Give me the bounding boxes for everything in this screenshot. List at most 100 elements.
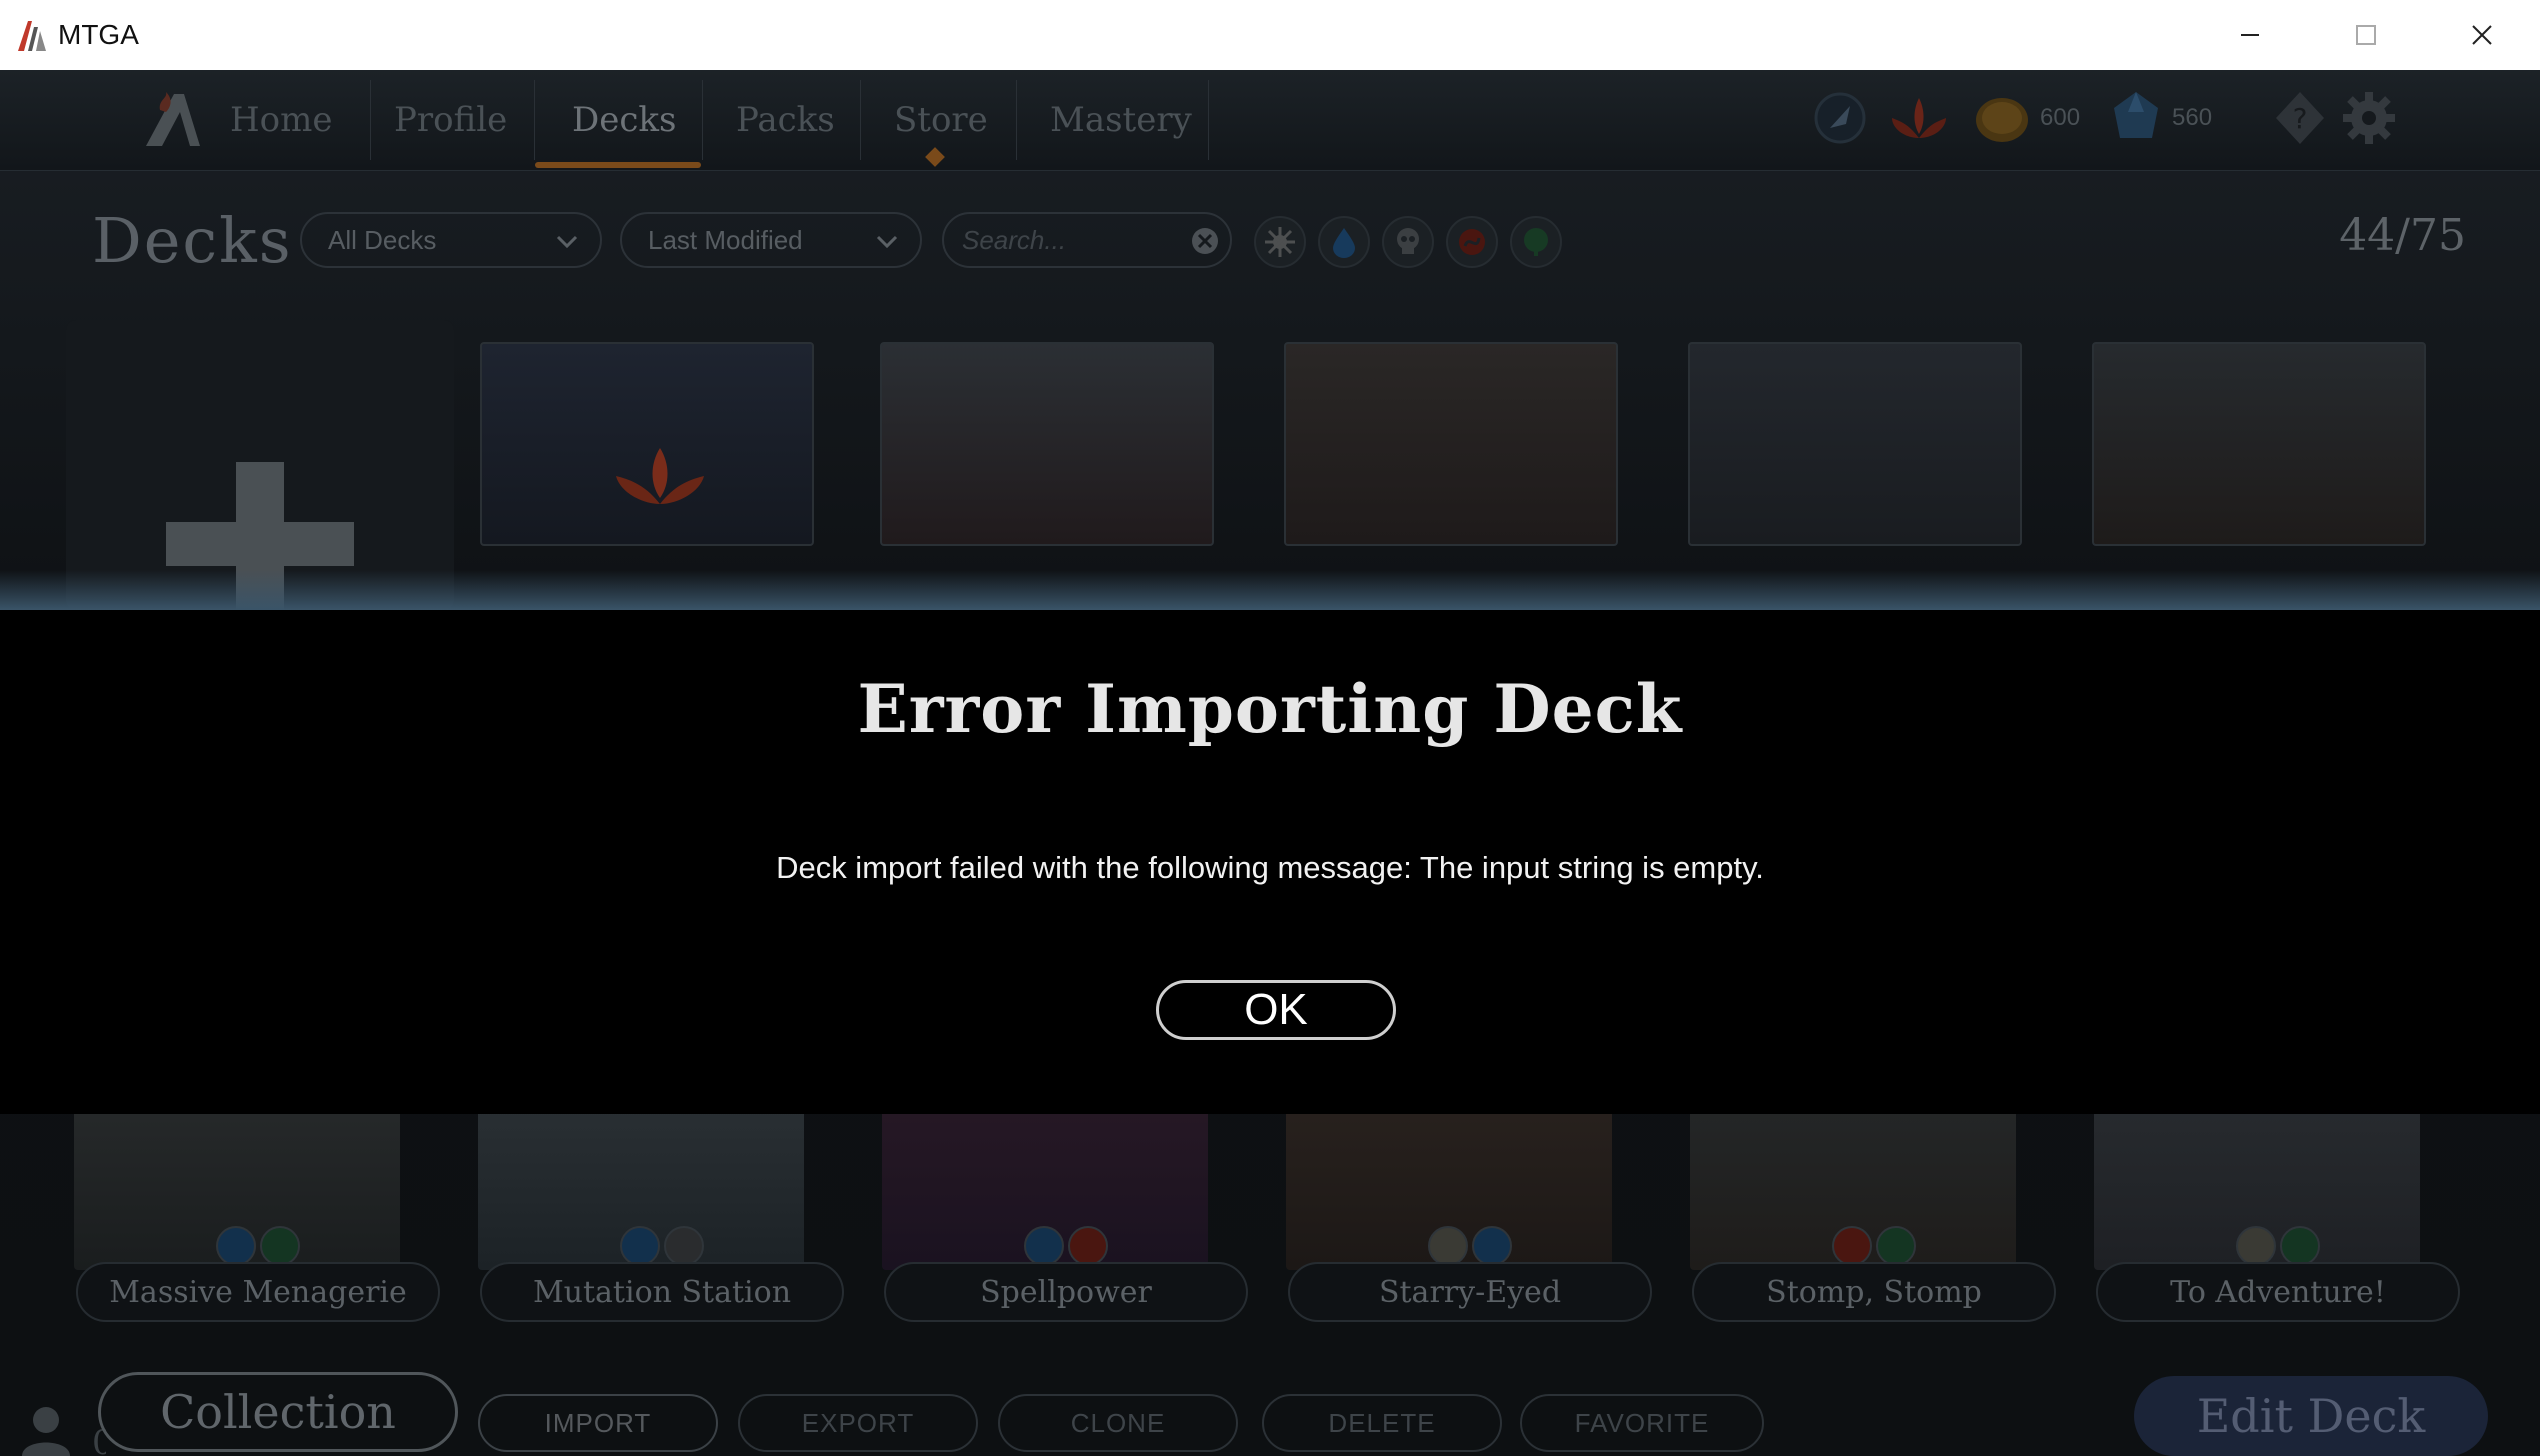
- gems-currency[interactable]: 560: [2108, 88, 2212, 148]
- nav-packs-label: Packs: [736, 100, 835, 140]
- minimize-button[interactable]: [2192, 0, 2308, 70]
- friends-button[interactable]: 0: [16, 1404, 114, 1456]
- tree-icon: [1524, 228, 1548, 256]
- clone-button[interactable]: CLONE: [998, 1394, 1238, 1452]
- fire-icon: [1459, 229, 1485, 255]
- help-button[interactable]: ?: [2272, 88, 2328, 148]
- chevron-down-icon: [556, 235, 578, 249]
- skull-icon: [1397, 228, 1419, 254]
- deck-thumbnail[interactable]: [1688, 342, 2022, 546]
- modal-top-glow: [0, 570, 2540, 610]
- deck-name[interactable]: To Adventure!: [2096, 1262, 2460, 1322]
- nav-divider: [370, 80, 371, 160]
- store-notification-dot: [925, 147, 945, 167]
- export-button[interactable]: EXPORT: [738, 1394, 978, 1452]
- deck-colors: [2236, 1226, 2320, 1266]
- deck-count: 44/75: [2339, 210, 2466, 261]
- search-placeholder: Search...: [962, 224, 1067, 255]
- gold-currency[interactable]: 600: [1972, 88, 2080, 148]
- white-mana-filter[interactable]: [1254, 216, 1306, 268]
- nav-home[interactable]: Home: [140, 90, 332, 150]
- white-mana-icon: [2236, 1226, 2276, 1266]
- deck-colors: [1428, 1226, 1512, 1266]
- nav-divider: [534, 80, 535, 160]
- green-mana-icon: [2280, 1226, 2320, 1266]
- deck-thumbnail[interactable]: [1284, 342, 1618, 546]
- maximize-button[interactable]: [2308, 0, 2424, 70]
- deck-name[interactable]: Massive Menagerie: [76, 1262, 440, 1322]
- nav-home-label: Home: [230, 100, 333, 140]
- plus-icon-bar: [166, 522, 354, 566]
- deck-thumbnail[interactable]: [480, 342, 814, 546]
- nav-packs[interactable]: Packs: [736, 90, 835, 150]
- clear-search-icon[interactable]: [1190, 226, 1220, 256]
- mastery-pass-icon[interactable]: [1810, 88, 1870, 148]
- deck-sort-dropdown[interactable]: Last Modified: [620, 212, 922, 268]
- nav-store[interactable]: Store: [894, 90, 988, 150]
- nav-mastery[interactable]: Mastery: [1050, 90, 1192, 150]
- nav-mastery-label: Mastery: [1050, 100, 1192, 140]
- nav-divider: [1208, 80, 1209, 160]
- deck-colors: [1832, 1226, 1916, 1266]
- gold-amount: 600: [2040, 104, 2081, 131]
- deck-name[interactable]: Mutation Station: [480, 1262, 844, 1322]
- dialog-title: Error Importing Deck: [857, 670, 1683, 748]
- nav-store-label: Store: [894, 100, 988, 140]
- favorite-button[interactable]: FAVORITE: [1520, 1394, 1764, 1452]
- wildcards-icon[interactable]: [1884, 88, 1954, 148]
- top-navigation: Home Profile Decks Packs Store Mastery 6…: [0, 70, 2540, 171]
- game-viewport: Home Profile Decks Packs Store Mastery 6…: [0, 70, 2540, 1456]
- ok-button[interactable]: OK: [1156, 980, 1396, 1040]
- svg-text:?: ?: [2293, 102, 2308, 135]
- green-mana-filter[interactable]: [1510, 216, 1562, 268]
- import-button[interactable]: IMPORT: [478, 1394, 718, 1452]
- deck-colors: [1024, 1226, 1108, 1266]
- window-title: MTGA: [58, 19, 139, 50]
- gems-amount: 560: [2172, 104, 2213, 131]
- deck-filter-value: All Decks: [328, 224, 437, 255]
- edit-deck-button[interactable]: Edit Deck: [2134, 1376, 2488, 1456]
- red-mana-filter[interactable]: [1446, 216, 1498, 268]
- help-icon: ?: [2276, 92, 2324, 144]
- nav-decks-label: Decks: [572, 100, 677, 140]
- maximize-icon: [2356, 25, 2376, 45]
- nav-divider: [702, 80, 703, 160]
- deck-sort-value: Last Modified: [648, 224, 803, 255]
- close-button[interactable]: [2424, 0, 2540, 70]
- person-icon: 0: [22, 1407, 114, 1456]
- dialog-message: Deck import failed with the following me…: [776, 850, 1764, 885]
- gear-icon: [2343, 92, 2395, 144]
- blue-mana-icon: [1472, 1226, 1512, 1266]
- white-mana-icon: [1428, 1226, 1468, 1266]
- close-icon: [2472, 25, 2492, 45]
- nav-divider: [1016, 80, 1017, 160]
- red-mana-icon: [1068, 1226, 1108, 1266]
- blue-mana-icon: [1024, 1226, 1064, 1266]
- minimize-icon: [2241, 34, 2259, 36]
- chevron-down-icon: [876, 235, 898, 249]
- deck-thumbnail[interactable]: [2092, 342, 2426, 546]
- green-mana-icon: [1876, 1226, 1916, 1266]
- deck-colors: [216, 1226, 300, 1266]
- deck-colors: [620, 1226, 704, 1266]
- page-title: Decks: [92, 204, 293, 277]
- collection-button[interactable]: Collection: [98, 1372, 458, 1452]
- deck-name[interactable]: Stomp, Stomp: [1692, 1262, 2056, 1322]
- water-drop-icon: [1333, 228, 1355, 258]
- settings-button[interactable]: [2340, 88, 2398, 148]
- blue-mana-icon: [620, 1226, 660, 1266]
- sun-icon: [1265, 227, 1295, 257]
- deck-name[interactable]: Starry-Eyed: [1288, 1262, 1652, 1322]
- black-mana-filter[interactable]: [1382, 216, 1434, 268]
- deck-name[interactable]: Spellpower: [884, 1262, 1248, 1322]
- nav-profile[interactable]: Profile: [394, 90, 507, 150]
- delete-button[interactable]: DELETE: [1262, 1394, 1502, 1452]
- blue-mana-filter[interactable]: [1318, 216, 1370, 268]
- deck-search-input[interactable]: Search...: [942, 212, 1232, 268]
- lotus-icon: [616, 448, 704, 504]
- mtga-app-icon: [12, 15, 52, 55]
- blue-mana-icon: [216, 1226, 256, 1266]
- deck-filter-dropdown[interactable]: All Decks: [300, 212, 602, 268]
- deck-thumbnail[interactable]: [880, 342, 1214, 546]
- nav-decks[interactable]: Decks: [572, 90, 676, 150]
